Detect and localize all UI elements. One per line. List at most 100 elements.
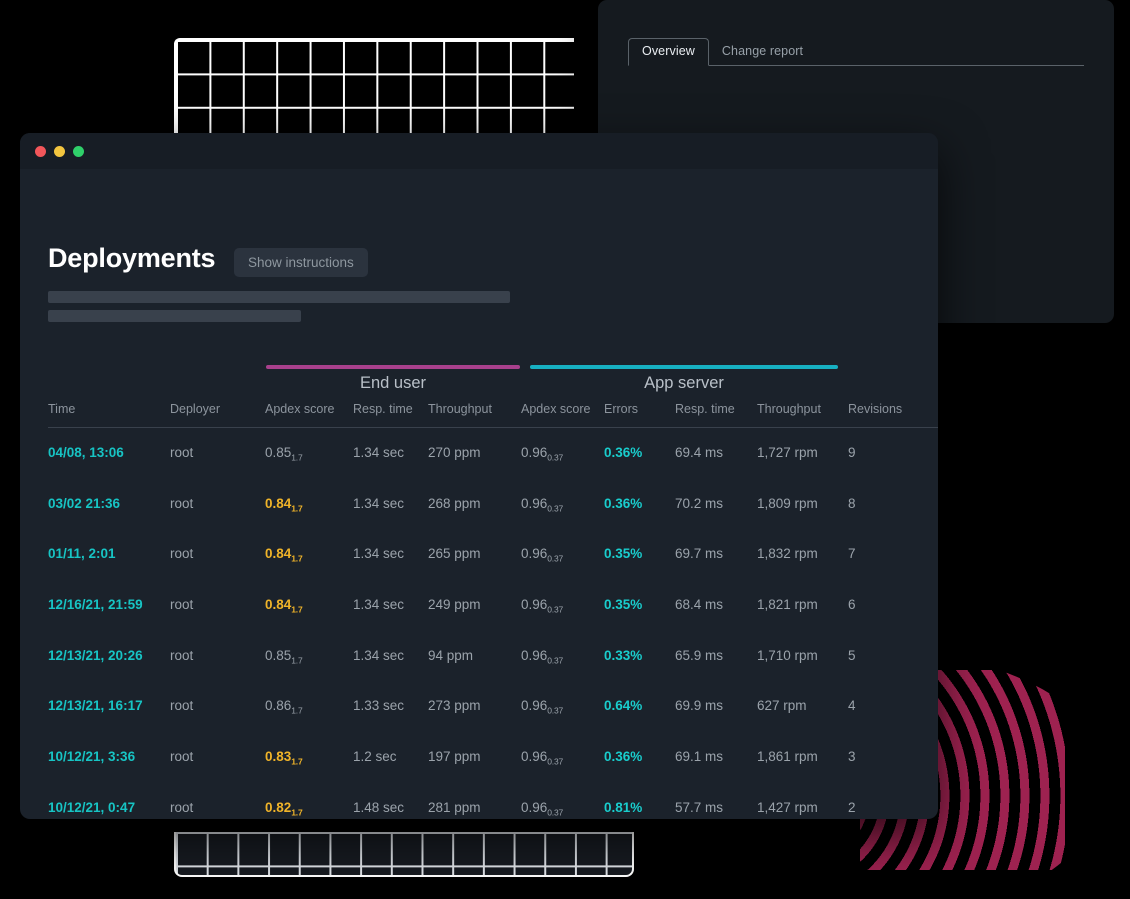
- skeleton-line-2: [48, 310, 301, 322]
- table-row[interactable]: 12/16/21, 21:59 root 0.841.7 1.34 sec 249 pp…: [48, 580, 938, 631]
- table-row[interactable]: 01/11, 2:01 root 0.841.7 1.34 sec 265 ppm 0.9…: [48, 529, 938, 580]
- cell-time: 12/13/21, 20:26: [48, 647, 143, 663]
- cell-deployer: root: [170, 495, 194, 511]
- cell-apdex-end-user: 0.851.7: [265, 445, 303, 463]
- group-header-end-user: End user: [359, 374, 427, 392]
- cell-resp-end-user: 1.34 sec: [353, 597, 405, 613]
- cell-time: 12/13/21, 16:17: [48, 698, 143, 714]
- cell-throughput-end-user: 268 ppm: [428, 495, 481, 511]
- decorative-grid-top: [174, 38, 574, 143]
- group-accent-end-user: [266, 365, 520, 369]
- cell-resp-app-server: 65.9 ms: [675, 647, 724, 663]
- window-content: Deployments Show instructions End user A…: [20, 169, 938, 819]
- skeleton-line-1: [48, 291, 510, 303]
- col-header-thr-as[interactable]: Throughput: [757, 402, 848, 428]
- col-header-revisions[interactable]: Revisions: [848, 402, 938, 428]
- cell-throughput-app-server: 1,861 rpm: [757, 749, 818, 765]
- group-accent-app-server: [530, 365, 838, 369]
- table-body: 04/08, 13:06 root 0.851.7 1.34 sec 270 ppm 0.…: [48, 428, 938, 820]
- cell-time: 01/11, 2:01: [48, 546, 116, 562]
- cell-resp-end-user: 1.34 sec: [353, 445, 405, 460]
- cell-errors: 0.35%: [604, 546, 643, 562]
- cell-resp-end-user: 1.34 sec: [353, 647, 405, 663]
- cell-errors: 0.36%: [604, 495, 643, 511]
- cell-throughput-app-server: 1,809 rpm: [757, 495, 818, 511]
- screenshot-root: Overview Change report Deployments Show …: [0, 0, 1130, 899]
- chart-tabs: Overview Change report: [628, 38, 1084, 66]
- cell-resp-end-user: 1.48 sec: [353, 799, 405, 815]
- cell-resp-app-server: 68.4 ms: [675, 597, 724, 613]
- cell-throughput-end-user: 270 ppm: [428, 445, 481, 460]
- window-titlebar: [20, 133, 938, 169]
- cell-resp-app-server: 69.4 ms: [675, 445, 724, 460]
- maximize-icon[interactable]: [73, 145, 84, 157]
- cell-apdex-app-server: 0.960.37: [521, 647, 564, 666]
- cell-time: 04/08, 13:06: [48, 445, 124, 460]
- cell-apdex-end-user: 0.841.7: [265, 495, 303, 514]
- cell-apdex-end-user: 0.851.7: [265, 647, 303, 666]
- cell-time: 10/12/21, 0:47: [48, 799, 136, 815]
- cell-deployer: root: [170, 597, 194, 613]
- col-header-resp-as[interactable]: Resp. time: [675, 402, 757, 428]
- cell-throughput-app-server: 1,710 rpm: [757, 647, 818, 663]
- cell-throughput-end-user: 265 ppm: [428, 546, 481, 562]
- table-row[interactable]: 12/13/21, 16:17 root 0.861.7 1.33 sec 273 pp…: [48, 681, 938, 732]
- cell-time: 10/12/21, 3:36: [48, 749, 136, 765]
- col-header-apdex-eu[interactable]: Apdex score: [265, 402, 353, 428]
- cell-apdex-end-user: 0.841.7: [265, 597, 303, 615]
- col-header-deployer[interactable]: Deployer: [170, 402, 265, 428]
- table-row[interactable]: 03/02 21:36 root 0.841.7 1.34 sec 268 ppm 0.9…: [48, 479, 938, 530]
- cell-apdex-app-server: 0.960.37: [521, 546, 564, 565]
- cell-apdex-app-server: 0.960.37: [521, 749, 564, 767]
- cell-throughput-end-user: 197 ppm: [428, 749, 481, 765]
- cell-deployer: root: [170, 546, 194, 562]
- table-row[interactable]: 10/12/21, 0:47 root 0.821.7 1.48 sec 281 ppm…: [48, 783, 938, 819]
- cell-apdex-app-server: 0.960.37: [521, 698, 564, 717]
- cell-revisions: 9: [848, 445, 856, 460]
- deployments-table: Time Deployer Apdex score Resp. time Thr…: [48, 402, 938, 819]
- cell-errors: 0.81%: [604, 799, 643, 815]
- col-header-time[interactable]: Time: [48, 402, 170, 428]
- table-row[interactable]: 10/12/21, 3:36 root 0.831.7 1.2 sec 197 ppm 0…: [48, 732, 938, 783]
- cell-resp-app-server: 69.7 ms: [675, 546, 724, 562]
- cell-resp-end-user: 1.33 sec: [353, 698, 405, 714]
- cell-throughput-app-server: 1,821 rpm: [757, 597, 818, 613]
- cell-deployer: root: [170, 698, 194, 714]
- cell-errors: 0.35%: [604, 597, 643, 613]
- cell-errors: 0.64%: [604, 698, 643, 714]
- cell-revisions: 4: [848, 698, 856, 714]
- cell-deployer: root: [170, 799, 194, 815]
- show-instructions-button[interactable]: Show instructions: [234, 248, 368, 277]
- cell-throughput-end-user: 281 ppm: [428, 799, 481, 815]
- close-icon[interactable]: [35, 145, 46, 157]
- col-header-apdex-as[interactable]: Apdex score: [521, 402, 604, 428]
- cell-throughput-app-server: 627 rpm: [757, 698, 807, 714]
- cell-apdex-app-server: 0.960.37: [521, 495, 564, 514]
- cell-apdex-end-user: 0.821.7: [265, 799, 303, 818]
- col-header-errors[interactable]: Errors: [604, 402, 675, 428]
- cell-resp-end-user: 1.2 sec: [353, 749, 397, 765]
- col-header-thr-eu[interactable]: Throughput: [428, 402, 521, 428]
- cell-apdex-end-user: 0.861.7: [265, 698, 303, 717]
- deployments-table-wrap: Time Deployer Apdex score Resp. time Thr…: [48, 402, 938, 819]
- cell-errors: 0.33%: [604, 647, 643, 663]
- col-header-resp-eu[interactable]: Resp. time: [353, 402, 428, 428]
- cell-throughput-app-server: 1,427 rpm: [757, 799, 818, 815]
- cell-resp-end-user: 1.34 sec: [353, 495, 405, 511]
- cell-resp-app-server: 70.2 ms: [675, 495, 724, 511]
- cell-revisions: 3: [848, 749, 856, 765]
- table-row[interactable]: 12/13/21, 20:26 root 0.851.7 1.34 sec 94 ppm…: [48, 631, 938, 682]
- table-head: Time Deployer Apdex score Resp. time Thr…: [48, 402, 938, 428]
- page-title: Deployments: [48, 243, 216, 273]
- tab-change-report[interactable]: Change report: [709, 39, 816, 65]
- decorative-grid-bottom: [174, 832, 634, 877]
- cell-apdex-app-server: 0.960.37: [521, 445, 564, 463]
- cell-throughput-app-server: 1,832 rpm: [757, 546, 818, 562]
- minimize-icon[interactable]: [54, 145, 65, 157]
- table-row[interactable]: 04/08, 13:06 root 0.851.7 1.34 sec 270 ppm 0.…: [48, 428, 938, 479]
- table-header-row: Time Deployer Apdex score Resp. time Thr…: [48, 402, 938, 428]
- cell-apdex-app-server: 0.960.37: [521, 597, 564, 615]
- cell-deployer: root: [170, 445, 194, 460]
- tab-overview[interactable]: Overview: [628, 38, 709, 66]
- cell-throughput-app-server: 1,727 rpm: [757, 445, 818, 460]
